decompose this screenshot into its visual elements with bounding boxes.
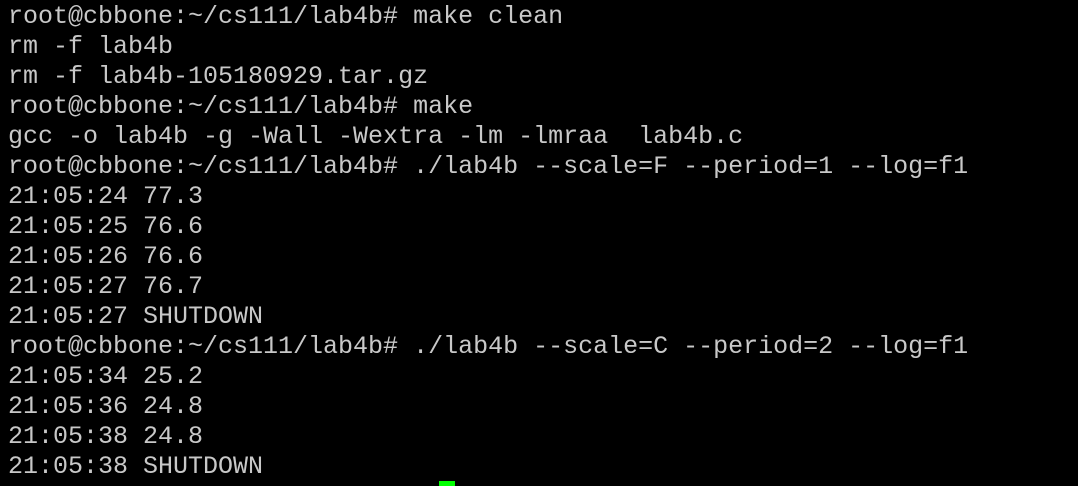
terminal-line: 21:05:26 76.6 bbox=[8, 242, 204, 271]
terminal-line: rm -f lab4b bbox=[8, 32, 174, 61]
terminal-line: root@cbbone:~/cs111/lab4b# ./lab4b --sca… bbox=[8, 152, 969, 181]
terminal-line: 21:05:25 76.6 bbox=[8, 212, 204, 241]
terminal-line: root@cbbone:~/cs111/lab4b# make clean bbox=[8, 2, 564, 31]
terminal-line: 21:05:27 SHUTDOWN bbox=[8, 302, 264, 331]
terminal-line: 21:05:24 77.3 bbox=[8, 182, 204, 211]
terminal-line: root@cbbone:~/cs111/lab4b# ./lab4b --sca… bbox=[8, 332, 969, 361]
terminal-line: 21:05:36 24.8 bbox=[8, 392, 204, 421]
terminal-line: gcc -o lab4b -g -Wall -Wextra -lm -lmraa… bbox=[8, 122, 744, 151]
terminal-line: root@cbbone:~/cs111/lab4b# make bbox=[8, 92, 474, 121]
terminal-line: 21:05:38 SHUTDOWN bbox=[8, 452, 264, 481]
terminal-cursor bbox=[439, 481, 455, 486]
terminal-line: 21:05:38 24.8 bbox=[8, 422, 204, 451]
terminal-line: 21:05:34 25.2 bbox=[8, 362, 204, 391]
terminal-line: 21:05:27 76.7 bbox=[8, 272, 204, 301]
terminal-window[interactable]: root@cbbone:~/cs111/lab4b# make clean rm… bbox=[0, 0, 1078, 486]
terminal-line: rm -f lab4b-105180929.tar.gz bbox=[8, 62, 429, 91]
